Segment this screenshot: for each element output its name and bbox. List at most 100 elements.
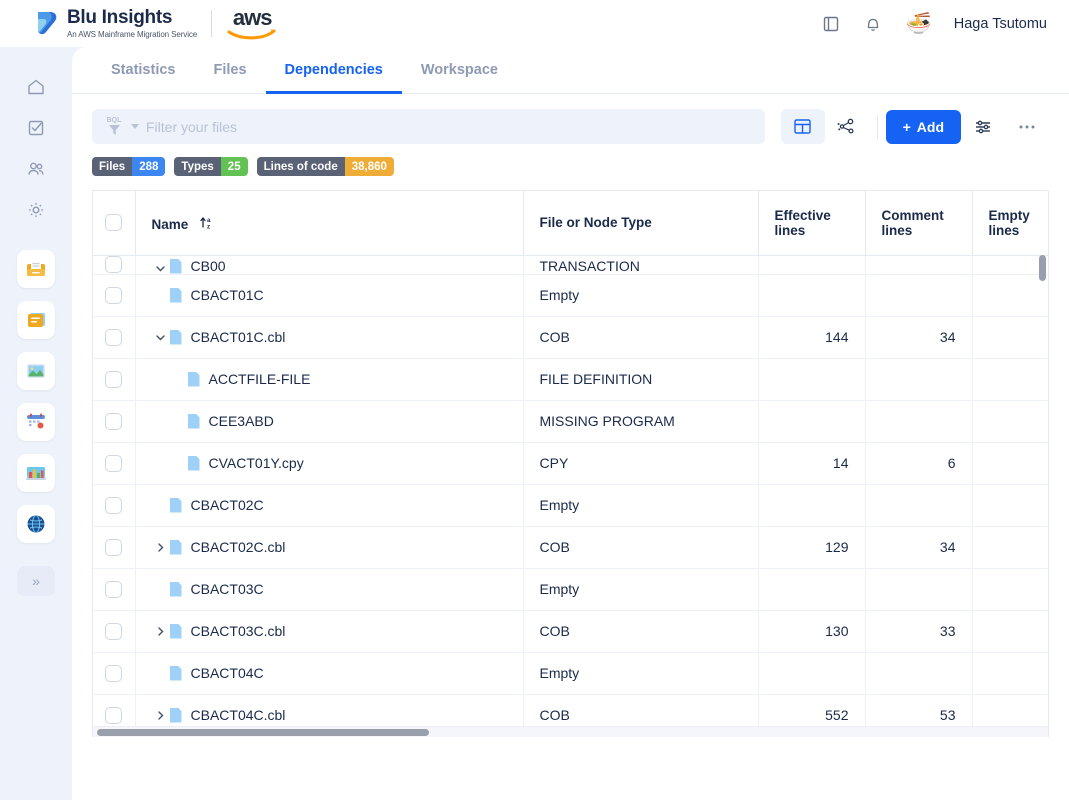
cell-file-or-node-type: FILE DEFINITION — [523, 358, 759, 401]
row-checkbox[interactable] — [105, 622, 123, 640]
sidebar-item-home[interactable] — [19, 70, 53, 104]
filter-input[interactable]: BQL Filter your files — [92, 109, 765, 144]
bell-icon[interactable] — [862, 13, 884, 35]
main-panel: Statistics Files Dependencies Workspace … — [72, 47, 1069, 800]
row-name-label: CBACT04C — [190, 665, 264, 681]
cell-name: CBACT03C.cbl — [135, 610, 524, 653]
chevron-right-icon[interactable] — [152, 626, 170, 637]
brand-divider — [211, 10, 213, 37]
table-row[interactable]: CBACT03C Empty — [93, 568, 1048, 611]
cell-name: CBACT04C — [135, 652, 524, 695]
table-row[interactable]: CBACT02C.cbl COB 129 34 — [93, 526, 1048, 569]
badge-lines-of-code-label: Lines of code — [256, 157, 345, 176]
brand-logo[interactable]: Blu Insights An AWS Mainframe Migration … — [34, 8, 197, 40]
more-horizontal-icon[interactable] — [1005, 109, 1049, 144]
cell-empty-lines — [972, 484, 1048, 527]
row-name-label: CBACT01C.cbl — [190, 329, 286, 345]
row-select-cell — [93, 442, 136, 485]
column-header-name[interactable]: Name az — [135, 191, 524, 256]
sidebar-expand-button[interactable]: » — [17, 566, 55, 596]
tab-files[interactable]: Files — [194, 62, 265, 94]
chevron-right-icon[interactable] — [152, 542, 170, 553]
cell-empty-lines — [972, 610, 1048, 653]
tab-statistics[interactable]: Statistics — [92, 62, 194, 94]
sidebar-app-project-chart[interactable] — [17, 352, 55, 390]
cell-comment-lines — [865, 274, 973, 317]
row-name-label: CBACT02C.cbl — [190, 539, 286, 555]
table-row[interactable]: CBACT04C Empty — [93, 652, 1048, 695]
cell-name: CBACT03C — [135, 568, 524, 611]
table-row[interactable]: CBACT03C.cbl COB 130 33 — [93, 610, 1048, 653]
sidebar-app-project-files[interactable] — [17, 250, 55, 288]
table-row[interactable]: CBACT01C.cbl COB 144 34 — [93, 316, 1048, 359]
column-header-file-or-node-type[interactable]: File or Node Type — [523, 191, 759, 256]
row-checkbox[interactable] — [105, 496, 123, 514]
cell-file-or-node-type: COB — [523, 316, 759, 359]
row-checkbox[interactable] — [105, 328, 123, 346]
column-header-name-label: Name — [151, 216, 189, 232]
chevron-down-icon[interactable] — [152, 263, 170, 274]
sidebar-item-tasks[interactable] — [19, 111, 53, 145]
column-header-effective-lines[interactable]: Effective lines — [758, 191, 866, 256]
cell-name: CB00 — [135, 255, 524, 275]
bql-filter-icon[interactable]: BQL — [104, 115, 124, 139]
sliders-icon[interactable] — [961, 109, 1005, 144]
row-checkbox[interactable] — [105, 370, 123, 388]
row-name-label: CBACT03C.cbl — [190, 623, 286, 639]
table-row[interactable]: CBACT01C Empty — [93, 274, 1048, 317]
file-icon — [169, 539, 182, 555]
row-checkbox[interactable] — [105, 286, 123, 304]
aws-logo-icon: aws — [226, 6, 278, 40]
horizontal-scrollbar-track[interactable] — [93, 726, 1048, 737]
left-sidebar: » — [0, 47, 72, 800]
row-checkbox[interactable] — [105, 706, 123, 724]
table-row[interactable]: CEE3ABD MISSING PROGRAM — [93, 400, 1048, 443]
cell-empty-lines — [972, 442, 1048, 485]
row-type-label: MISSING PROGRAM — [539, 413, 675, 429]
table-row[interactable]: CBACT02C Empty — [93, 484, 1048, 527]
column-header-empty-lines[interactable]: Empty lines — [972, 191, 1048, 256]
sidebar-app-project-calendar[interactable] — [17, 403, 55, 441]
row-checkbox[interactable] — [105, 664, 123, 682]
select-all-checkbox[interactable] — [105, 214, 123, 232]
sort-az-icon[interactable]: az — [199, 215, 214, 230]
chevron-down-icon[interactable] — [131, 124, 139, 129]
chevron-down-icon[interactable] — [152, 332, 170, 343]
table-view-icon[interactable] — [780, 109, 825, 144]
row-name-label: CBACT04C.cbl — [190, 707, 286, 723]
tab-dependencies[interactable]: Dependencies — [265, 62, 402, 94]
sidebar-app-project-analytics[interactable] — [17, 454, 55, 492]
row-checkbox[interactable] — [105, 412, 123, 430]
tab-workspace[interactable]: Workspace — [402, 62, 517, 94]
blu-insights-logo-icon — [34, 10, 60, 38]
row-checkbox[interactable] — [105, 580, 123, 598]
select-all-header — [93, 191, 136, 256]
sidebar-app-project-notes[interactable] — [17, 301, 55, 339]
file-icon — [169, 665, 182, 681]
cell-file-or-node-type: COB — [523, 610, 759, 653]
badge-types-label: Types — [174, 157, 221, 176]
sidebar-app-project-globe[interactable] — [17, 505, 55, 543]
row-select-cell — [93, 358, 136, 401]
table-row[interactable]: ACCTFILE-FILE FILE DEFINITION — [93, 358, 1048, 401]
vertical-scrollbar-thumb[interactable] — [1039, 255, 1046, 281]
row-checkbox[interactable] — [105, 256, 123, 273]
horizontal-scrollbar-thumb[interactable] — [97, 729, 429, 736]
user-name[interactable]: Haga Tsutomu — [954, 16, 1047, 32]
sidebar-item-settings[interactable] — [19, 193, 53, 227]
add-button[interactable]: + Add — [885, 109, 961, 144]
row-checkbox[interactable] — [105, 538, 123, 556]
cell-name: CEE3ABD — [135, 400, 524, 443]
cell-comment-lines — [865, 568, 973, 611]
sidebar-item-users[interactable] — [19, 152, 53, 186]
row-checkbox[interactable] — [105, 454, 123, 472]
avatar[interactable]: 🍜 — [903, 8, 934, 39]
table-head: Name az File or Node Type Effective line… — [93, 191, 1048, 256]
chevron-right-icon[interactable] — [152, 710, 170, 721]
table-row[interactable]: CB00 TRANSACTION — [93, 255, 1048, 275]
table-row[interactable]: CVACT01Y.cpy CPY 14 6 — [93, 442, 1048, 485]
top-header: Blu Insights An AWS Mainframe Migration … — [0, 0, 1069, 47]
book-icon[interactable] — [820, 13, 842, 35]
column-header-comment-lines[interactable]: Comment lines — [865, 191, 973, 256]
graph-view-icon[interactable] — [825, 109, 869, 144]
